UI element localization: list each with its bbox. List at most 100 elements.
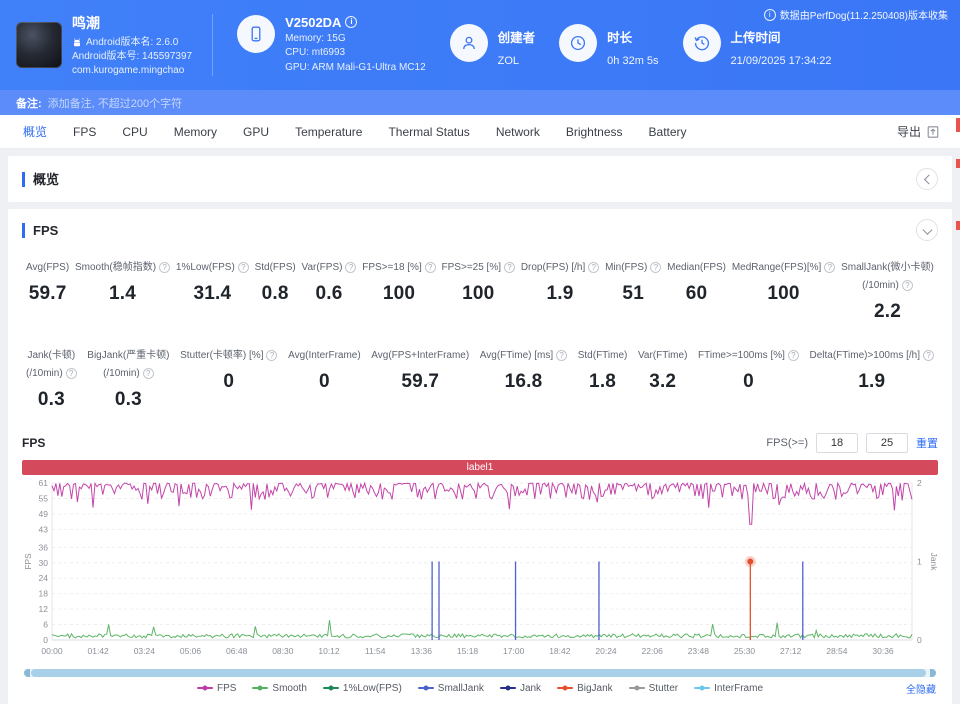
duration-block: 时长 0h 32m 5s xyxy=(559,23,659,67)
help-icon[interactable]: ? xyxy=(556,350,568,361)
legend-smooth[interactable]: Smooth xyxy=(252,682,307,694)
svg-text:13:36: 13:36 xyxy=(411,646,433,656)
tab-tab-0[interactable]: 概览 xyxy=(10,115,60,149)
help-icon[interactable]: ? xyxy=(787,350,799,361)
export-label: 导出 xyxy=(896,125,921,139)
export-button[interactable]: 导出 xyxy=(897,123,950,140)
metric-value: 31.4 xyxy=(193,283,232,304)
metric-stutter-%: Stutter(卡顿率) [%]? 0 xyxy=(180,345,278,411)
svg-text:55: 55 xyxy=(39,493,49,503)
fps-chart-svg[interactable]: 6155494336302418126021000:00 01:42 03:24 05… xyxy=(22,478,939,660)
svg-text:2: 2 xyxy=(917,478,922,488)
help-icon[interactable]: ? xyxy=(650,262,662,273)
metric-label-text: Std(FPS) xyxy=(254,262,296,273)
metric-value: 0.6 xyxy=(315,283,343,304)
metric-delta-ftime-100ms-h: Delta(FTime)>100ms [/h]? 1.9 xyxy=(810,345,934,411)
app-package: com.kurogame.mingchao xyxy=(72,64,185,76)
overview-section-header: 概览 xyxy=(8,156,952,202)
metric-label: Avg(InterFrame) xyxy=(288,345,361,363)
svg-text:12: 12 xyxy=(39,604,49,614)
metric-label: Min(FPS)? xyxy=(605,257,662,275)
metric-value: 1.4 xyxy=(109,283,137,304)
report-header: 鸣潮 Android版本名: 2.6.0 Android版本号: 1455973… xyxy=(0,0,960,90)
help-icon[interactable]: ? xyxy=(345,262,357,273)
fps-metrics-row-2: Jank(卡顿) (/10min)? 0.3 BigJank(严重卡顿) (/10m… xyxy=(26,345,934,411)
metric-drop-fps-h: Drop(FPS) [/h]? 1.9 xyxy=(521,257,600,323)
device-name: V2502DA xyxy=(285,14,342,30)
tab-memory[interactable]: Memory xyxy=(161,115,230,149)
edge-marker xyxy=(956,221,960,230)
tab-gpu[interactable]: GPU xyxy=(230,115,282,149)
legend-jank[interactable]: Jank xyxy=(499,683,541,694)
legend-fps[interactable]: FPS xyxy=(196,683,236,694)
user-icon xyxy=(449,23,488,62)
tab-network[interactable]: Network xyxy=(483,115,553,149)
fps-title: FPS xyxy=(22,222,58,238)
legend-marker-icon xyxy=(322,685,339,691)
help-icon[interactable]: ? xyxy=(901,280,913,291)
fps-threshold-input-2[interactable] xyxy=(866,433,908,453)
metric-value: 1.9 xyxy=(546,283,574,304)
metric-label-text: Min(FPS) xyxy=(605,262,648,273)
help-icon[interactable]: ? xyxy=(266,350,278,361)
scrollbar-right-cap[interactable] xyxy=(930,669,936,677)
help-icon[interactable]: ? xyxy=(588,262,600,273)
fps-metrics-row-1: Avg(FPS) 59.7 Smooth(稳帧指数)? 1.4 1%Low(FPS)? 3… xyxy=(26,257,934,323)
metric-value: 60 xyxy=(685,283,708,304)
chevron-down-icon xyxy=(922,224,932,235)
help-icon[interactable]: ? xyxy=(824,262,836,273)
legend-label: 1%Low(FPS) xyxy=(342,682,402,694)
info-icon[interactable]: i xyxy=(345,16,358,29)
legend-1%low-fps[interactable]: 1%Low(FPS) xyxy=(322,682,402,694)
help-icon[interactable]: ? xyxy=(237,262,249,273)
legend-interframe[interactable]: InterFrame xyxy=(694,683,763,694)
metric-label-text: Avg(FPS) xyxy=(26,262,70,273)
chart-legend: FPS Smooth 1%Low(FPS) SmallJank Jank BigJank S… xyxy=(22,680,938,696)
metric-label-text: FPS>=25 [%] xyxy=(441,262,502,273)
help-icon[interactable]: ? xyxy=(142,368,154,379)
svg-text:25:30: 25:30 xyxy=(734,646,756,656)
help-icon[interactable]: ? xyxy=(65,368,77,379)
help-icon[interactable]: ? xyxy=(424,262,436,273)
tab-cpu[interactable]: CPU xyxy=(109,115,160,149)
metric-label-text: FPS>=18 [%] xyxy=(362,262,422,273)
fps-collapse-button[interactable] xyxy=(916,219,938,241)
metric-value: 51 xyxy=(622,283,644,304)
tab-brightness[interactable]: Brightness xyxy=(553,115,636,149)
metric-label: BigJank(严重卡顿) (/10min)? xyxy=(87,345,170,381)
metric-smooth: Smooth(稳帧指数)? 1.4 xyxy=(74,257,171,323)
reset-button[interactable]: 重置 xyxy=(916,435,938,451)
metric-var-ftime: Var(FTime) 3.2 xyxy=(638,345,687,411)
creator-label: 创建者 xyxy=(497,30,536,45)
history-clock-icon xyxy=(682,23,721,62)
metric-label-text: Smooth(稳帧指数) xyxy=(74,262,157,273)
scrollbar-thumb[interactable] xyxy=(31,669,926,677)
help-icon[interactable]: ? xyxy=(504,262,516,273)
tab-thermal-status[interactable]: Thermal Status xyxy=(375,115,482,149)
legend-label: Smooth xyxy=(272,682,307,694)
creator-value: ZOL xyxy=(497,54,520,67)
svg-text:01:42: 01:42 xyxy=(88,646,110,656)
tab-battery[interactable]: Battery xyxy=(636,115,700,149)
legend-marker-icon xyxy=(694,685,711,691)
overview-collapse-button[interactable] xyxy=(916,168,938,190)
device-gpu: GPU: ARM Mali-G1-Ultra MC12 xyxy=(285,61,426,73)
note-bar[interactable]: 备注: 添加备注, 不超过200个字符 xyxy=(0,90,960,115)
legend-bigjank[interactable]: BigJank xyxy=(557,683,613,694)
legend-label: SmallJank xyxy=(437,682,484,694)
fps-threshold-input-1[interactable] xyxy=(816,433,858,453)
legend-smalljank[interactable]: SmallJank xyxy=(417,682,484,694)
chart-scrollbar[interactable] xyxy=(24,669,936,677)
svg-text:49: 49 xyxy=(39,509,49,519)
svg-text:10:12: 10:12 xyxy=(318,646,340,656)
help-icon[interactable]: ? xyxy=(923,350,934,361)
tab-fps[interactable]: FPS xyxy=(60,115,109,149)
tab-temperature[interactable]: Temperature xyxy=(282,115,375,149)
metric-fps-18-%: FPS>=18 [%]? 100 xyxy=(362,257,436,323)
svg-text:23:48: 23:48 xyxy=(688,646,710,656)
legend-stutter[interactable]: Stutter xyxy=(628,683,678,694)
help-icon[interactable]: ? xyxy=(159,262,171,273)
metric-label-text: Var(FTime) xyxy=(637,350,688,361)
hide-all-button[interactable]: 全隐藏 xyxy=(906,681,936,696)
scrollbar-left-cap[interactable] xyxy=(24,669,30,677)
